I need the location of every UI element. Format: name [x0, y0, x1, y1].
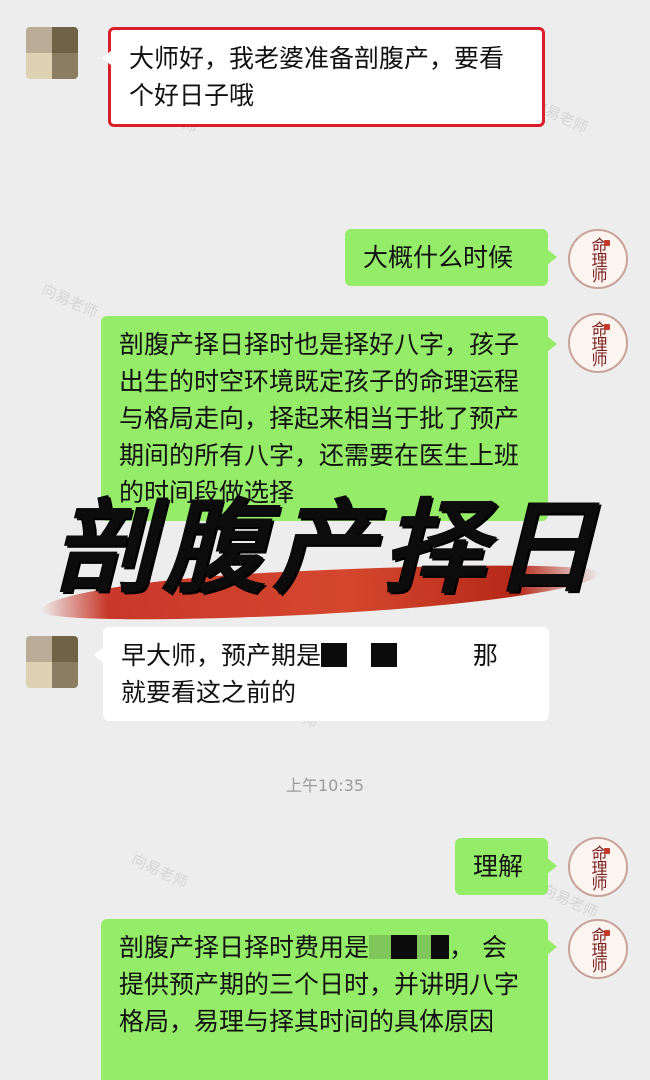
- user-avatar[interactable]: [26, 636, 78, 688]
- redaction-block: [431, 935, 450, 959]
- message-text: 早大师，预产期是: [121, 641, 322, 670]
- master-avatar[interactable]: 命理师: [568, 837, 628, 897]
- user-avatar[interactable]: [26, 27, 78, 79]
- message-text: 就要看这之前的: [121, 678, 297, 707]
- banner-title: 剖腹产择日: [53, 488, 603, 608]
- timestamp: 上午10:35: [285, 776, 365, 795]
- message-bubble-outgoing[interactable]: 剖腹产择日择时费用是， 会提供预产期的三个日时，并讲明八字格局，易理与择其时间的…: [101, 919, 557, 1080]
- message-text: 那: [472, 641, 498, 670]
- message-text: 大概什么时候: [363, 243, 514, 272]
- message-bubble-incoming[interactable]: 大师好，我老婆准备剖腹产，要看个好日子哦: [102, 27, 545, 127]
- redaction-block: [369, 935, 392, 959]
- message-text: ，: [449, 933, 475, 962]
- message-text: 理解: [473, 852, 524, 881]
- message-text: 剖腹产择日择时费用是: [119, 933, 370, 962]
- master-avatar[interactable]: 命理师: [568, 313, 628, 373]
- message-bubble-outgoing[interactable]: 理解: [455, 838, 557, 895]
- redaction-block: [321, 643, 348, 667]
- message-text: 大师好，我老婆准备剖腹产，要看个好日子哦: [129, 44, 505, 110]
- watermark: 向易老师: [38, 280, 101, 322]
- redaction-block: [370, 643, 397, 667]
- watermark: 向易老师: [128, 850, 191, 892]
- message-text: 剖腹产择日择时也是择好八字，孩子出生的时空环境既定孩子的命理运程与格局走向，择起…: [119, 330, 520, 507]
- master-avatar[interactable]: 命理师: [568, 919, 628, 979]
- redaction-block: [391, 935, 418, 959]
- master-avatar[interactable]: 命理师: [568, 229, 628, 289]
- redaction-block: [417, 935, 432, 959]
- message-bubble-incoming[interactable]: 早大师，预产期是 那 就要看这之前的: [94, 627, 549, 721]
- message-bubble-outgoing[interactable]: 大概什么时候: [345, 229, 557, 286]
